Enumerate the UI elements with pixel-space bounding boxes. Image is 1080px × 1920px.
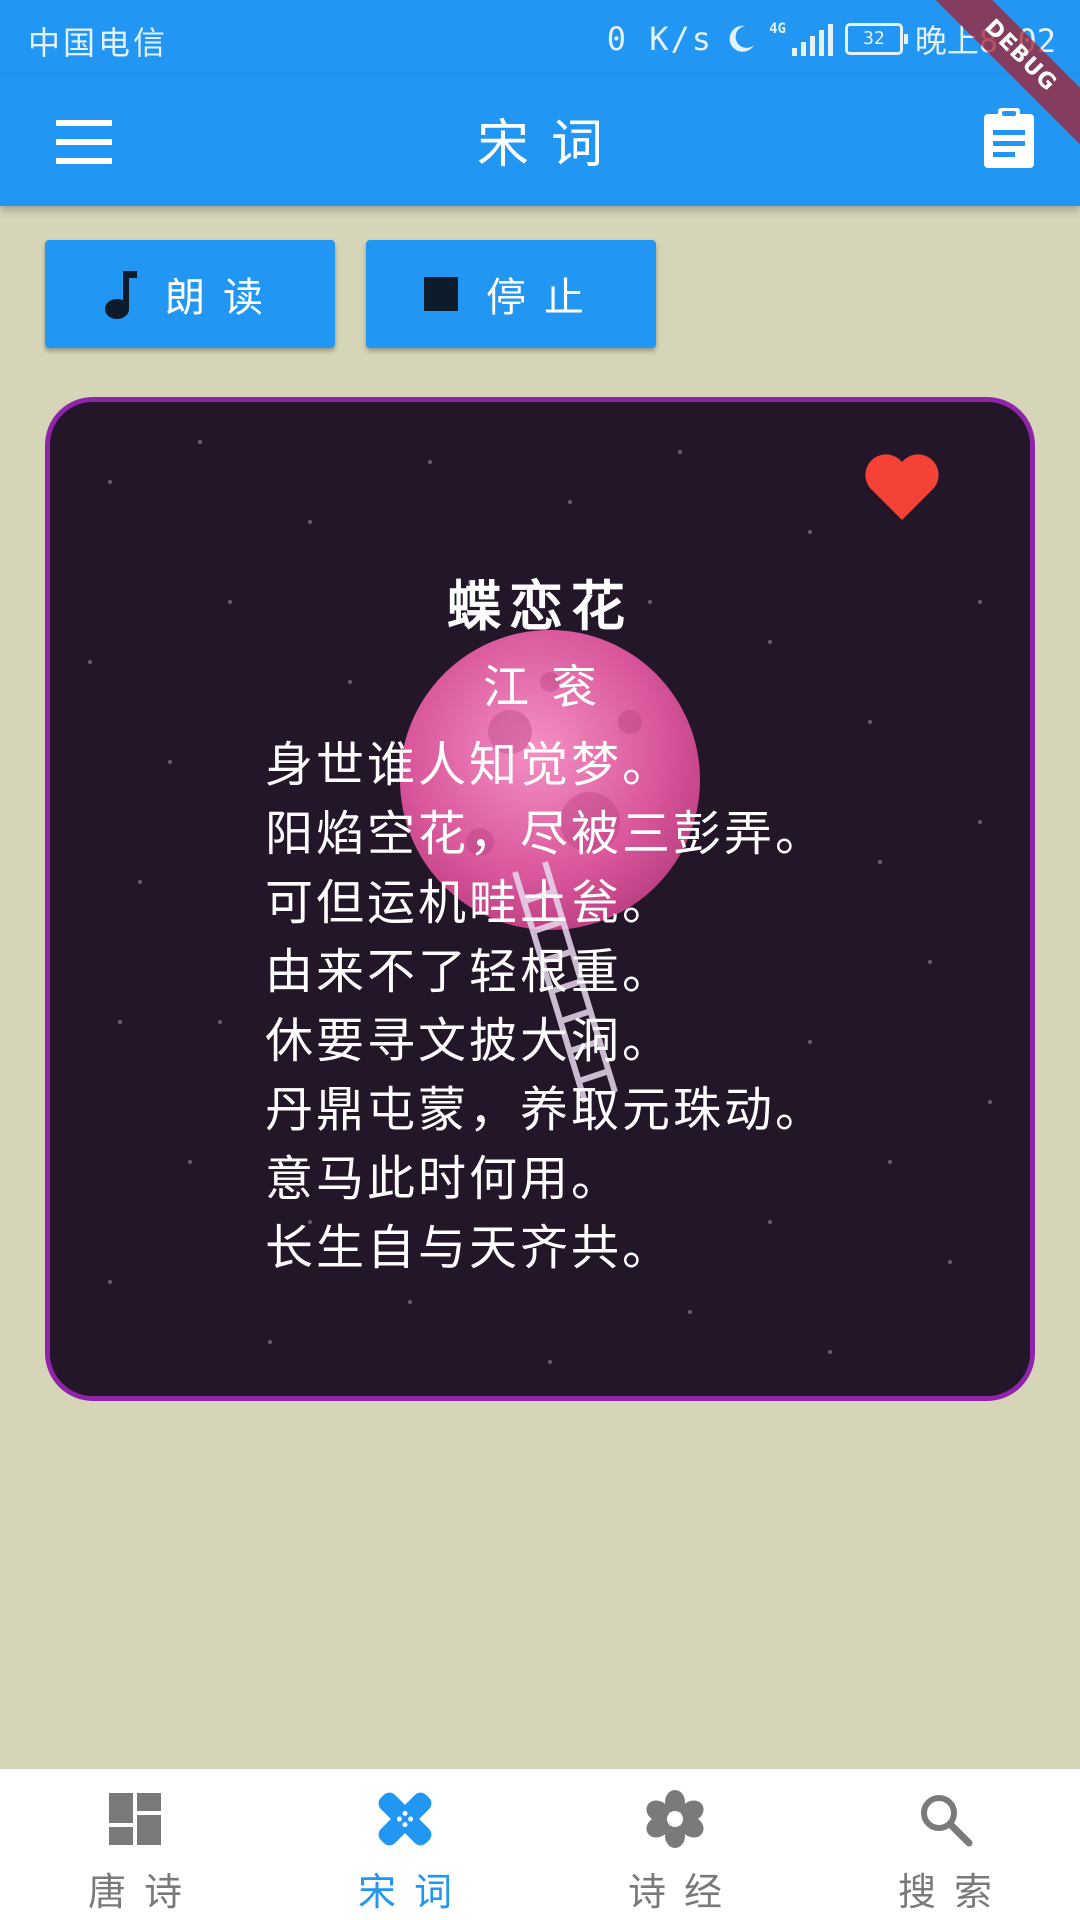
flower-icon (646, 1790, 704, 1848)
music-note-icon (105, 271, 137, 319)
nav-tab-book-of-songs[interactable]: 诗经 (540, 1769, 810, 1920)
bottom-navigation: 唐诗 宋词 诗经 搜索 (0, 1768, 1080, 1920)
poem-author: 江衮 (483, 660, 619, 714)
poem-line: 由来不了轻根重。 (265, 944, 674, 1000)
dashboard-icon (109, 1793, 161, 1845)
poem-line: 休要寻文披大洞。 (265, 1013, 674, 1069)
poem-line: 长生自与天齐共。 (265, 1220, 674, 1276)
status-bar: 中国电信 0 K/s 4G 32 晚上8:02 (0, 0, 1080, 76)
poem-line: 可但运机畦土瓮。 (265, 875, 674, 931)
nav-label: 宋词 (357, 1870, 470, 1914)
search-icon (921, 1795, 973, 1847)
poem-card: 蝶恋花 江衮 身世谁人知觉梦。 阳焰空花，尽被三彭弄。 可但运机畦土瓮。 由来不… (45, 397, 1035, 1401)
read-aloud-label: 朗读 (165, 275, 281, 321)
healing-icon (378, 1792, 432, 1846)
moon-icon (729, 25, 755, 52)
poem-line: 身世谁人知觉梦。 (265, 737, 674, 793)
poem-text: 蝶恋花 江衮 身世谁人知觉梦。 阳焰空花，尽被三彭弄。 可但运机畦土瓮。 由来不… (50, 562, 1030, 1283)
poem-lines: 身世谁人知觉梦。 阳焰空花，尽被三彭弄。 可但运机畦土瓮。 由来不了轻根重。 休… (50, 731, 1030, 1283)
poem-line: 意马此时何用。 (265, 1151, 623, 1207)
nav-label: 诗经 (627, 1870, 740, 1914)
stop-label: 停止 (486, 275, 602, 321)
stop-icon (424, 277, 458, 311)
nav-label: 唐诗 (87, 1870, 200, 1914)
nav-label: 搜索 (897, 1870, 1010, 1914)
page-title: 宋词 (476, 115, 625, 175)
poem-line: 阳焰空花，尽被三彭弄。 (265, 806, 827, 862)
battery-icon: 32 (844, 23, 908, 55)
poem-line: 丹鼎屯蒙，养取元珠动。 (265, 1082, 827, 1138)
clipboard-icon[interactable] (982, 106, 1036, 170)
favorite-heart-icon[interactable] (862, 450, 942, 522)
signal-icon: 4G (769, 22, 833, 56)
stop-button[interactable]: 停止 (366, 240, 656, 348)
read-aloud-button[interactable]: 朗读 (45, 240, 335, 348)
nav-tab-tang-poems[interactable]: 唐诗 (0, 1769, 270, 1920)
battery-level: 32 (863, 28, 885, 49)
network-type: 4G (769, 21, 786, 37)
carrier-name: 中国电信 (28, 24, 169, 62)
nav-tab-search[interactable]: 搜索 (810, 1769, 1080, 1920)
network-speed: 0 K/s (606, 20, 714, 58)
poem-title: 蝶恋花 (447, 574, 633, 638)
nav-tab-song-ci[interactable]: 宋词 (270, 1769, 540, 1920)
app-bar: 宋词 (0, 76, 1080, 206)
